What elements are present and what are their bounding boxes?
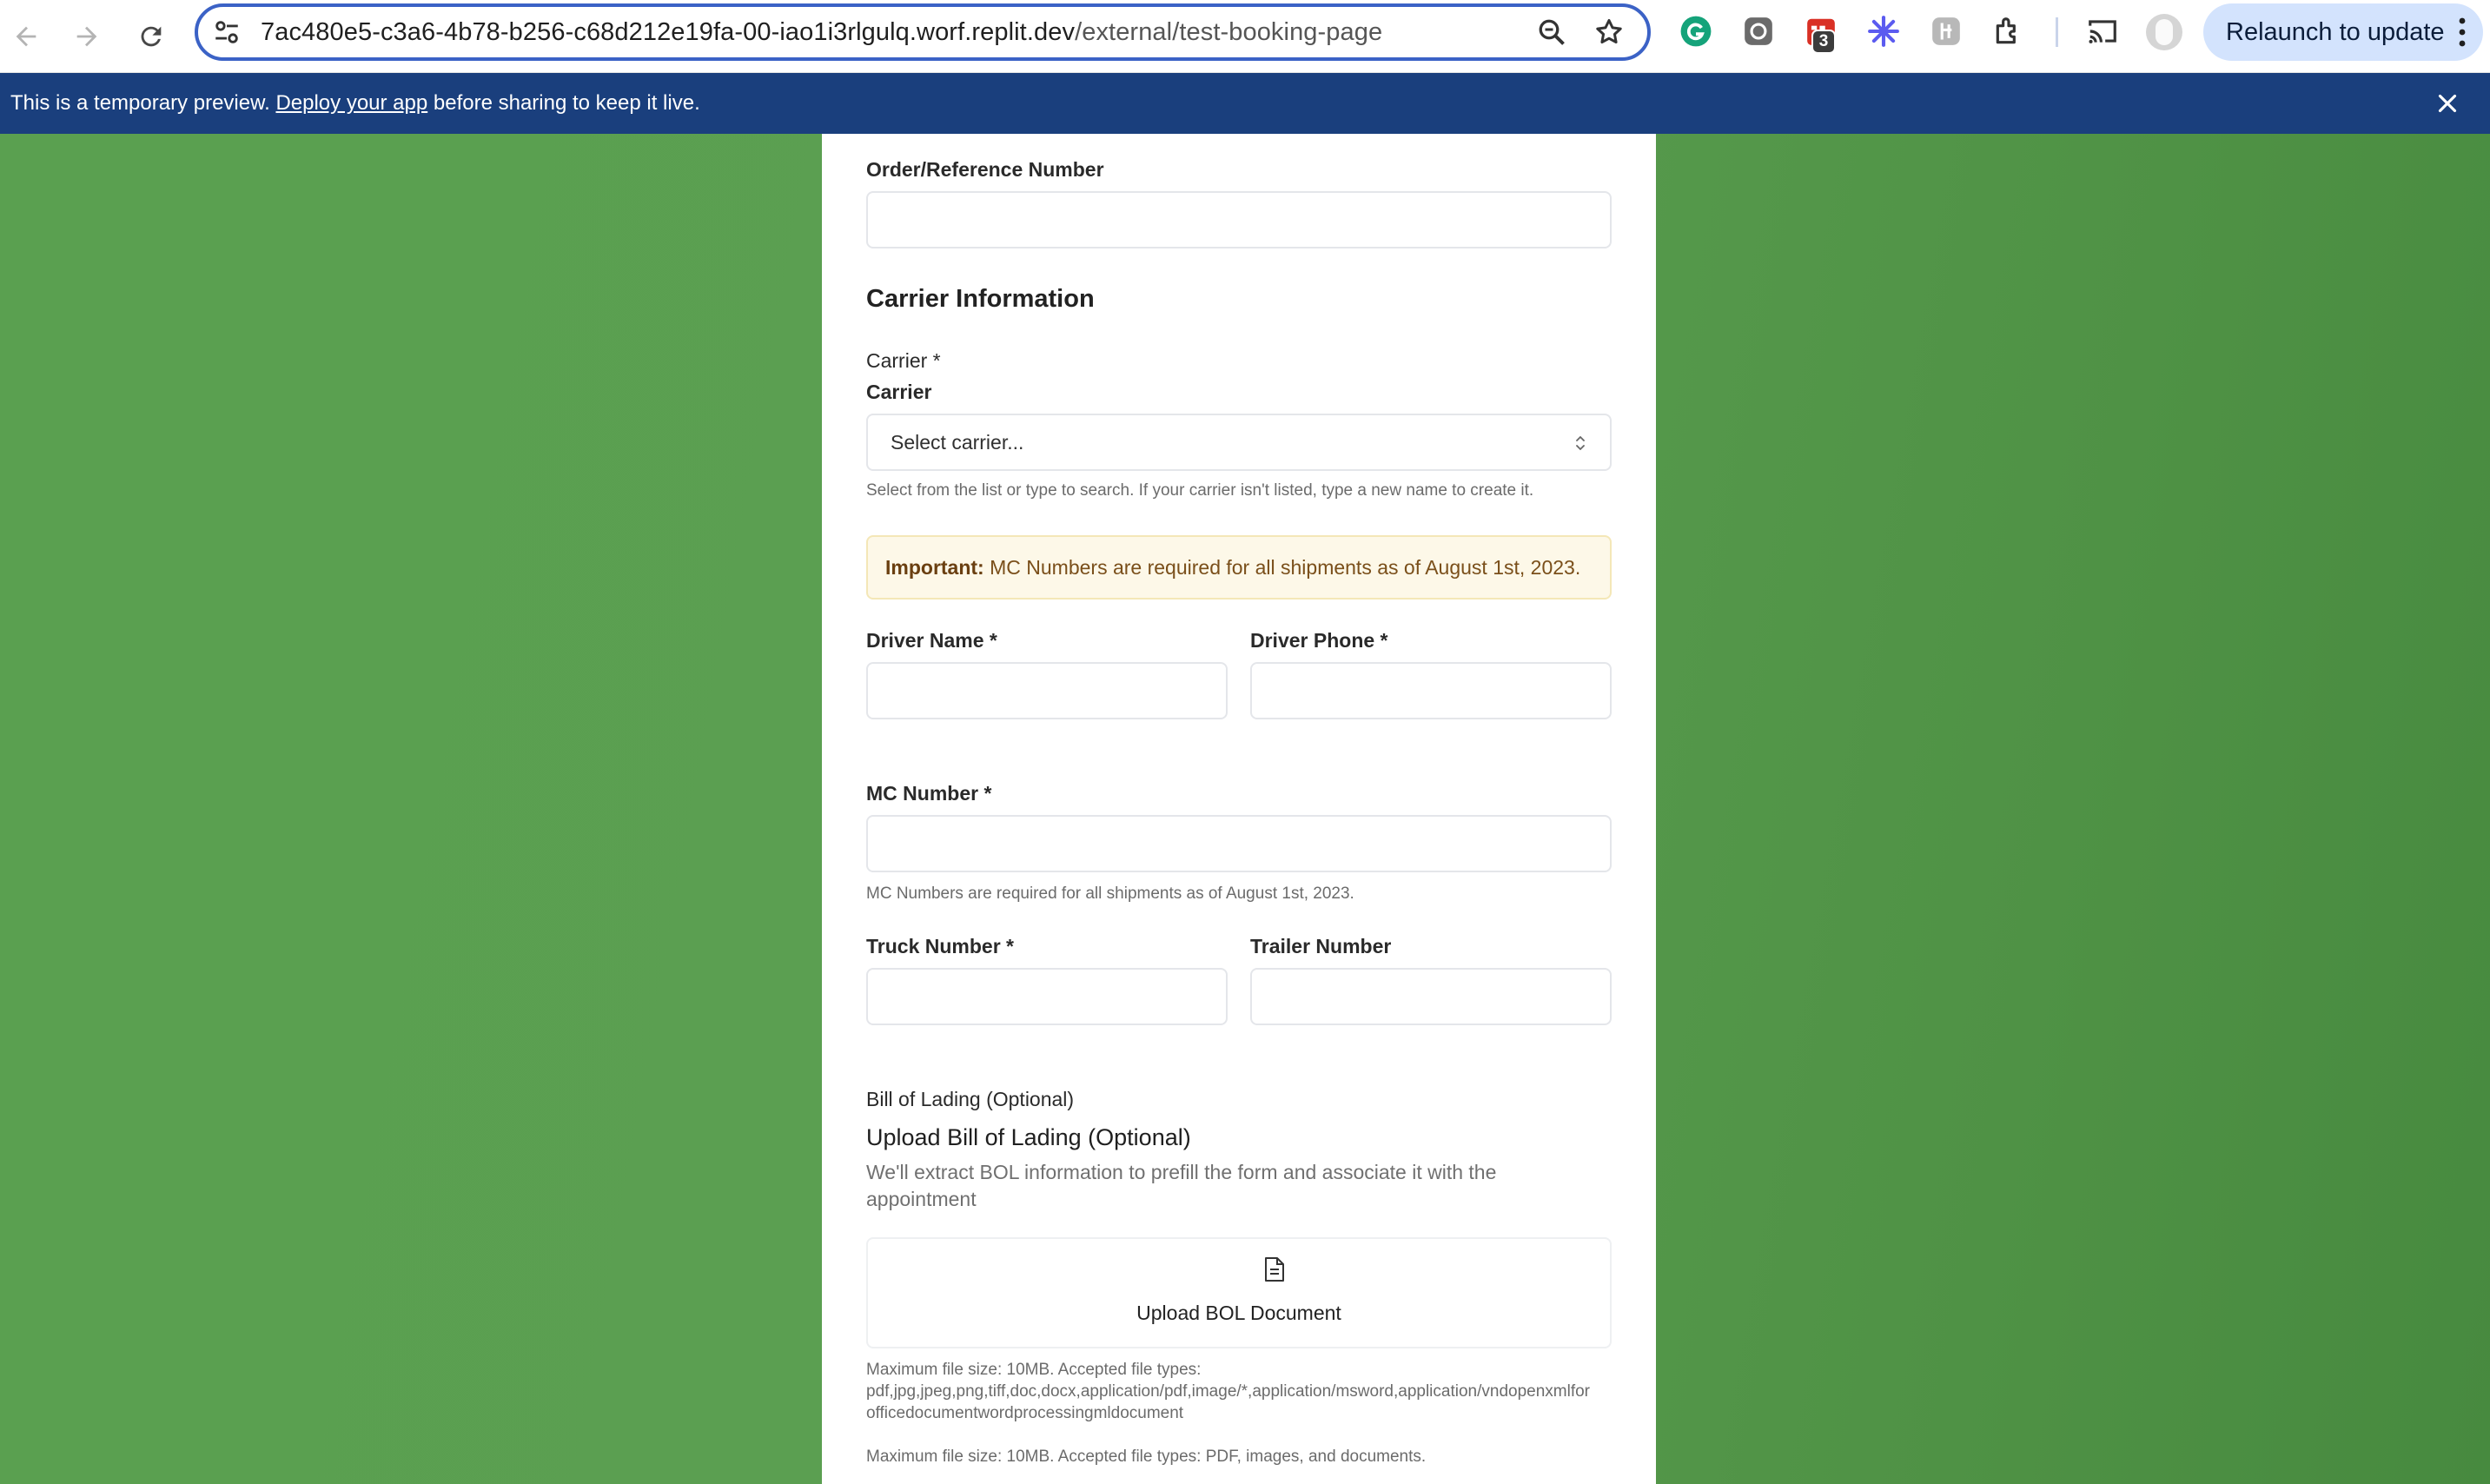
preview-banner: This is a temporary preview. Deploy your…: [0, 73, 2490, 134]
upload-bol-button-label[interactable]: Upload BOL Document: [868, 1302, 1610, 1325]
driver-name-label: Driver Name *: [866, 629, 997, 652]
bol-upload-description: We'll extract BOL information to prefill…: [866, 1161, 1497, 1210]
file-note-line-3: officedocumentwordprocessingmldocument: [866, 1404, 1184, 1422]
close-icon[interactable]: [2433, 89, 2462, 118]
file-note-line-1: Maximum file size: 10MB. Accepted file t…: [866, 1361, 1202, 1379]
banner-text-after: before sharing to keep it live.: [427, 91, 700, 115]
bol-upload-dropzone[interactable]: Upload BOL Document: [866, 1237, 1612, 1348]
bol-label: Bill of Lading (Optional): [866, 1088, 1075, 1110]
alert-strong: Important:: [885, 556, 984, 579]
sparkle-extension-icon[interactable]: [1866, 14, 1901, 49]
extension-icon[interactable]: [1741, 14, 1776, 49]
bookmark-star-icon[interactable]: [1593, 17, 1625, 48]
back-button[interactable]: [2, 12, 50, 61]
carrier-placeholder: Select carrier...: [891, 431, 1024, 454]
url-text[interactable]: 7ac480e5-c3a6-4b78-b256-c68d212e19fa-00-…: [261, 7, 1382, 57]
grammarly-extension-icon[interactable]: [1679, 14, 1713, 49]
chevron-up-down-icon: [1576, 435, 1585, 451]
zoom-icon[interactable]: [1536, 17, 1567, 48]
file-note-line-2: pdf,jpg,jpeg,png,tiff,doc,docx,applicati…: [866, 1382, 1590, 1401]
cast-icon[interactable]: [2085, 14, 2120, 49]
toolbar-divider: [2056, 17, 2058, 47]
mc-number-input[interactable]: [866, 815, 1612, 872]
banner-text-before: This is a temporary preview.: [10, 91, 276, 115]
trailer-number-input[interactable]: [1250, 968, 1612, 1025]
carrier-select[interactable]: Select carrier...: [866, 414, 1612, 471]
kanji-extension-icon[interactable]: [1929, 14, 1964, 49]
truck-number-input[interactable]: [866, 968, 1228, 1025]
driver-phone-input[interactable]: [1250, 662, 1612, 719]
driver-name-input[interactable]: [866, 662, 1228, 719]
reload-button[interactable]: [127, 12, 175, 61]
more-menu-icon[interactable]: [2459, 17, 2466, 48]
booking-form-card: Order/Reference Number Carrier Informati…: [822, 134, 1656, 1484]
bol-upload-title: Upload Bill of Lading (Optional): [866, 1124, 1191, 1150]
carrier-label: Carrier *: [866, 349, 941, 372]
relaunch-label: Relaunch to update: [2226, 17, 2445, 46]
relaunch-button[interactable]: Relaunch to update: [2203, 3, 2483, 61]
site-settings-icon[interactable]: [212, 17, 242, 47]
order-ref-input[interactable]: [866, 191, 1612, 248]
preview-message: This is a temporary preview. Deploy your…: [10, 73, 700, 134]
driver-phone-label: Driver Phone *: [1250, 629, 1388, 652]
file-note-summary: Maximum file size: 10MB. Accepted file t…: [866, 1448, 1427, 1466]
mc-number-help: MC Numbers are required for all shipment…: [866, 884, 1354, 903]
arrow-left-icon: [16, 26, 36, 47]
document-icon: [1265, 1257, 1284, 1282]
mc-number-alert: Important: MC Numbers are required for a…: [866, 535, 1612, 600]
address-bar[interactable]: 7ac480e5-c3a6-4b78-b256-c68d212e19fa-00-…: [195, 3, 1651, 61]
trailer-number-label: Trailer Number: [1250, 935, 1392, 957]
forward-button[interactable]: [63, 12, 111, 61]
browser-toolbar: 7ac480e5-c3a6-4b78-b256-c68d212e19fa-00-…: [0, 0, 2490, 73]
carrier-section-title: Carrier Information: [866, 285, 1095, 313]
carrier-help-text: Select from the list or type to search. …: [866, 481, 1534, 500]
carrier-sublabel: Carrier: [866, 381, 932, 403]
arrow-right-icon: [76, 26, 97, 47]
truck-number-label: Truck Number *: [866, 935, 1014, 957]
profile-avatar[interactable]: [2146, 14, 2182, 50]
reload-icon: [141, 26, 162, 47]
url-path: /external/test-booking-page: [1075, 18, 1383, 46]
mc-number-label: MC Number *: [866, 782, 992, 805]
order-ref-label: Order/Reference Number: [866, 158, 1104, 181]
extension-badge: 3: [1811, 30, 1836, 54]
alert-text: MC Numbers are required for all shipment…: [983, 556, 1581, 579]
url-host: 7ac480e5-c3a6-4b78-b256-c68d212e19fa-00-…: [261, 18, 1076, 46]
deploy-app-link[interactable]: Deploy your app: [275, 91, 427, 115]
extensions-puzzle-icon[interactable]: [1991, 14, 2026, 49]
